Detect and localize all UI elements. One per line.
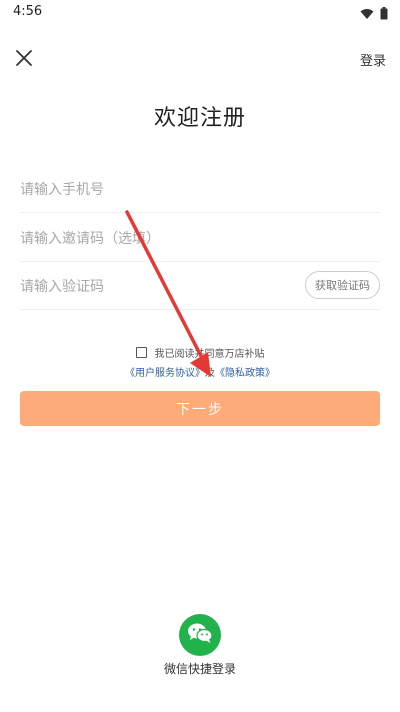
get-code-button[interactable]: 获取验证码 xyxy=(305,271,380,299)
privacy-policy-link[interactable]: 《隐私政策》 xyxy=(215,368,275,379)
agreement-text: 我已阅读并同意万店补贴 xyxy=(154,349,265,360)
next-button[interactable]: 下一步 xyxy=(20,391,380,426)
page-title: 欢迎注册 xyxy=(153,106,246,131)
status-icons xyxy=(360,5,388,24)
phone-input[interactable] xyxy=(20,179,280,201)
invite-field-row xyxy=(20,214,380,262)
login-link[interactable]: 登录 xyxy=(360,50,386,69)
agreement-checkbox[interactable] xyxy=(135,347,147,358)
wechat-login-button[interactable] xyxy=(179,614,221,656)
agreement-line: 我已阅读并同意万店补贴 xyxy=(0,345,400,360)
wechat-icon xyxy=(186,621,214,649)
close-button[interactable] xyxy=(12,46,36,70)
phone-field-row xyxy=(20,165,380,213)
user-agreement-link[interactable]: 《用户服务协议》 xyxy=(125,368,205,379)
verification-code-input[interactable] xyxy=(20,276,280,298)
status-bar: 4:56 xyxy=(0,0,400,24)
invite-code-input[interactable] xyxy=(20,228,280,250)
code-field-row: 获取验证码 xyxy=(20,262,380,310)
close-icon xyxy=(12,50,36,74)
policy-line: 《用户服务协议》及《隐私政策》 xyxy=(0,364,400,379)
policy-and-text: 及 xyxy=(205,368,215,379)
wifi-icon xyxy=(360,5,374,24)
wechat-login-label: 微信快捷登录 xyxy=(163,662,236,676)
battery-icon xyxy=(380,5,388,24)
status-time: 4:56 xyxy=(13,4,43,19)
